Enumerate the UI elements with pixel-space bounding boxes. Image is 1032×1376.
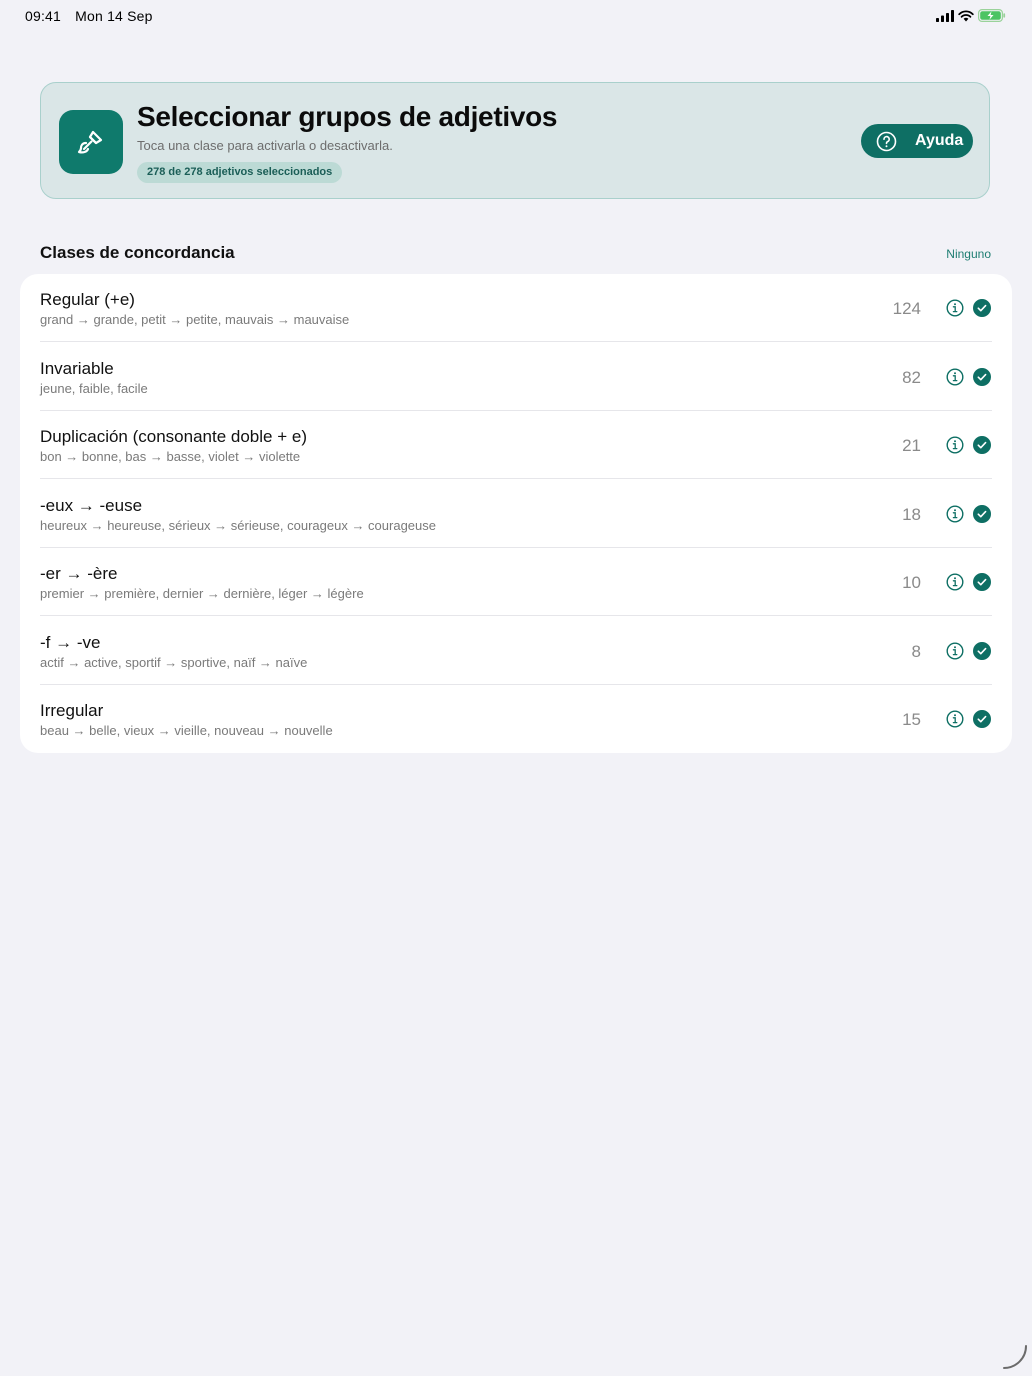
list-item[interactable]: -eux → -euse heureux → heureuse, sérieux … [40,480,992,548]
class-count: 10 [902,573,921,592]
class-count: 124 [892,299,921,318]
checkmark-circle-icon[interactable] [973,573,991,591]
select-none-button[interactable]: Ninguno [946,247,991,261]
status-time: 09:41 [25,8,62,24]
list-item[interactable]: Invariable jeune, faible, facile 82 [40,343,992,411]
help-button-label: Ayuda [915,132,964,149]
info-icon[interactable] [946,299,964,317]
class-title: Regular (+e) [40,290,135,309]
info-icon[interactable] [946,641,964,660]
class-examples: grand → grande, petit → petite, mauvais … [40,312,350,327]
header-card: Seleccionar grupos de adjetivos Toca una… [40,82,990,199]
class-examples: premier → première, dernier → dernière, … [40,586,364,601]
help-button[interactable]: Ayuda [861,124,973,158]
scroll-indicator-icon [1003,1345,1027,1369]
class-examples: jeune, faible, facile [40,380,148,396]
status-right [936,9,1006,22]
info-icon[interactable] [946,573,964,591]
checkmark-circle-icon[interactable] [973,641,991,660]
status-date: Mon 14 Sep [75,8,153,24]
checkmark-circle-icon[interactable] [973,504,991,523]
class-examples: beau → belle, vieux → vieille, nouveau →… [40,723,333,738]
list-item[interactable]: -er → -ère premier → première, dernier → … [40,548,992,616]
battery-charging-icon [978,9,1006,22]
checkmark-circle-icon[interactable] [973,299,991,317]
wifi-icon [958,9,974,21]
paintbrush-icon [59,110,123,174]
checkmark-circle-icon[interactable] [973,367,991,386]
class-examples: bon → bonne, bas → basse, violet → viole… [40,449,301,464]
class-examples: actif → active, sportif → sportive, naïf… [40,654,308,670]
class-title: -eux → -euse [40,495,143,515]
info-icon[interactable] [946,504,964,523]
status-bar: 09:41 Mon 14 Sep [0,0,1032,32]
page-title: Seleccionar grupos de adjetivos [137,101,558,132]
class-title: -er → -ère [40,564,118,583]
selected-count-badge: 278 de 278 adjetivos seleccionados [137,162,343,183]
list-item[interactable]: -f → -ve actif → active, sportif → sporti… [40,617,992,685]
info-icon[interactable] [946,367,964,386]
agreement-class-list: Regular (+e) grand → grande, petit → peti… [20,274,1012,753]
class-title: Invariable [40,358,114,378]
class-title: Duplicación (consonante doble + e) [40,427,307,446]
class-count: 18 [902,504,921,524]
checkmark-circle-icon[interactable] [973,710,991,728]
class-count: 21 [902,436,921,455]
checkmark-circle-icon[interactable] [973,436,991,454]
section-title: Clases de concordancia [40,243,235,262]
class-examples: heureux → heureuse, sérieux → sérieuse, … [40,517,436,533]
list-item[interactable]: Duplicación (consonante doble + e) bon → … [40,411,992,479]
list-item[interactable]: Regular (+e) grand → grande, petit → peti… [40,274,992,342]
info-icon[interactable] [946,436,964,454]
class-count: 82 [902,367,921,387]
question-circle-icon [876,131,897,151]
class-title: -f → -ve [40,632,101,652]
page-subtitle: Toca una clase para activarla o desactiv… [137,138,393,153]
class-count: 15 [902,710,921,729]
class-title: Irregular [40,701,104,720]
status-left: 09:41 Mon 14 Sep [25,8,163,24]
cellular-signal-icon [936,9,954,22]
class-count: 8 [911,641,921,661]
info-icon[interactable] [946,710,964,728]
list-item[interactable]: Irregular beau → belle, vieux → vieille, … [40,685,992,753]
